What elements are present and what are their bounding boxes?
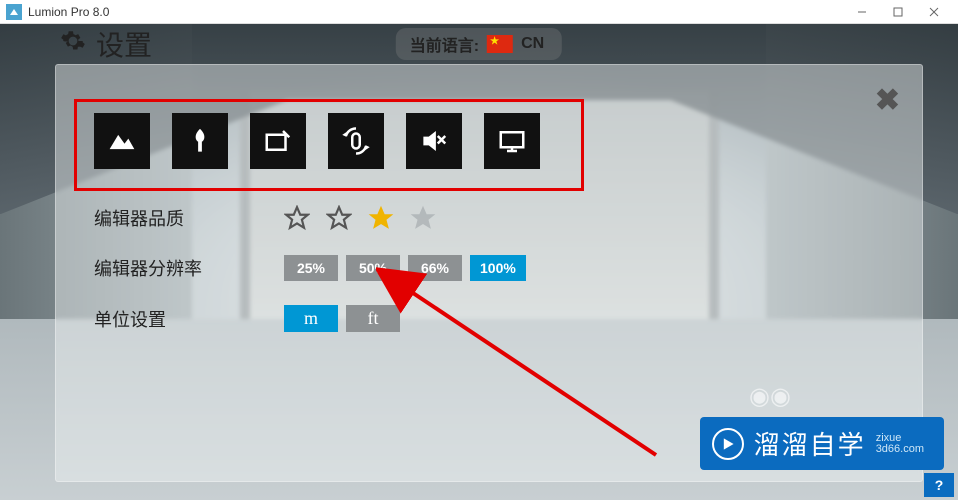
flag-cn-icon <box>487 35 513 53</box>
category-sound[interactable] <box>406 113 462 169</box>
tablet-edit-icon <box>263 126 293 156</box>
unit-option-ft[interactable]: ft <box>346 305 400 332</box>
row-units: 单位设置 m ft <box>94 305 882 332</box>
resolution-option-100[interactable]: 100% <box>470 255 526 281</box>
window-maximize-button[interactable] <box>880 0 916 24</box>
viewport-3d-scene: 设置 当前语言: CN ✖ <box>0 24 958 500</box>
terrain-icon <box>107 126 137 156</box>
resolution-option-50[interactable]: 50% <box>346 255 400 281</box>
resolution-option-66[interactable]: 66% <box>408 255 462 281</box>
watermark-brand: 溜溜自学 <box>754 425 866 462</box>
gear-icon <box>60 28 86 61</box>
resolution-options: 25% 50% 66% 100% <box>284 255 526 281</box>
unit-option-m[interactable]: m <box>284 305 338 332</box>
row-editor-resolution: 编辑器分辨率 25% 50% 66% 100% <box>94 255 882 281</box>
resolution-option-25[interactable]: 25% <box>284 255 338 281</box>
camera-indicator-icon: ◉◉ <box>749 382 791 411</box>
window-minimize-button[interactable] <box>844 0 880 24</box>
close-button[interactable]: ✖ <box>875 83 900 118</box>
watermark-badge: 溜溜自学 zixue 3d66.com <box>700 417 944 470</box>
help-button[interactable]: ? <box>924 473 954 497</box>
star-3[interactable] <box>368 205 394 231</box>
mute-icon <box>419 126 449 156</box>
window-title: Lumion Pro 8.0 <box>28 5 109 19</box>
app-icon <box>6 4 22 20</box>
language-code: CN <box>521 35 544 53</box>
star-2[interactable] <box>326 205 352 231</box>
label-editor-quality: 编辑器品质 <box>94 205 284 231</box>
monitor-icon <box>497 126 527 156</box>
label-units: 单位设置 <box>94 306 284 332</box>
language-selector[interactable]: 当前语言: CN <box>396 28 562 60</box>
category-navigation[interactable] <box>328 113 384 169</box>
unit-options: m ft <box>284 305 400 332</box>
watermark-sub2: 3d66.com <box>876 444 924 455</box>
category-tablet[interactable] <box>250 113 306 169</box>
row-editor-quality: 编辑器品质 <box>94 205 882 231</box>
label-editor-resolution: 编辑器分辨率 <box>94 255 284 281</box>
window-close-button[interactable] <box>916 0 952 24</box>
play-circle-icon <box>712 428 744 460</box>
window-titlebar: Lumion Pro 8.0 <box>0 0 958 24</box>
help-label: ? <box>935 477 944 493</box>
category-nature[interactable] <box>172 113 228 169</box>
tree-icon <box>185 126 215 156</box>
settings-category-strip <box>94 113 540 169</box>
quality-stars <box>284 205 436 231</box>
settings-heading: 设置 <box>60 24 152 64</box>
star-4[interactable] <box>410 205 436 231</box>
category-display[interactable] <box>484 113 540 169</box>
category-terrain[interactable] <box>94 113 150 169</box>
watermark-sub1: zixue <box>876 433 924 444</box>
language-label: 当前语言: <box>410 32 479 56</box>
mouse-rotate-icon <box>341 126 371 156</box>
settings-heading-text: 设置 <box>96 24 152 64</box>
star-1[interactable] <box>284 205 310 231</box>
